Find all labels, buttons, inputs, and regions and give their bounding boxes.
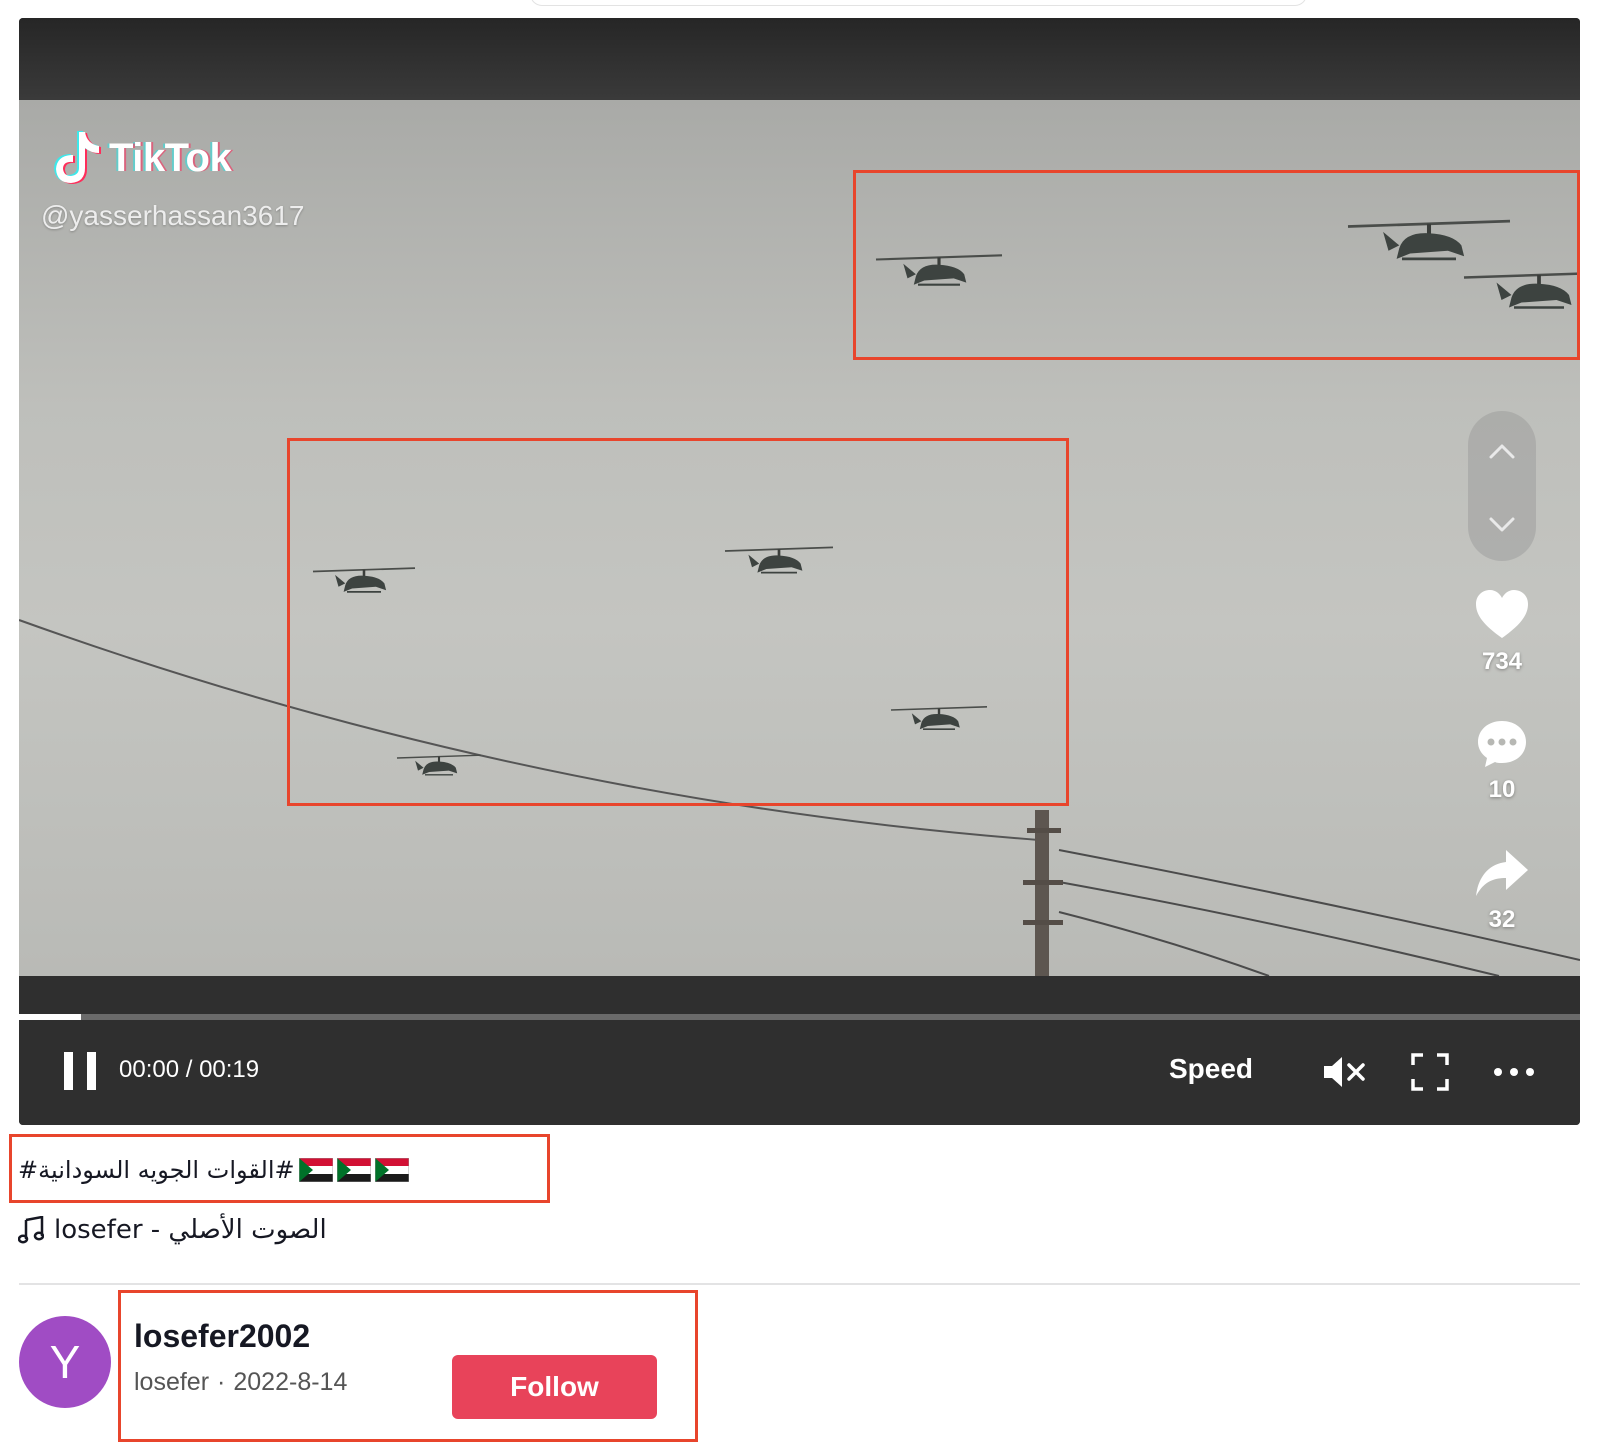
watermark-logo-text: TikTok (109, 135, 232, 180)
next-video-button[interactable] (1468, 495, 1536, 555)
chevron-down-icon (1489, 517, 1515, 532)
annotation-box-center (287, 438, 1069, 806)
video-player[interactable]: TikTok @yasserhassan3617 734 10 32 00:00… (19, 18, 1580, 1125)
music-text[interactable]: الصوت الأصلي - losefer (54, 1215, 327, 1245)
watermark-handle: @yasserhassan3617 (41, 200, 305, 231)
divider (19, 1283, 1580, 1285)
more-icon (1494, 1068, 1534, 1076)
pause-icon (64, 1052, 73, 1090)
mute-icon (1324, 1057, 1365, 1087)
share-action[interactable]: 32 (1459, 848, 1545, 934)
player-controls: 00:00 / 00:19 Speed (19, 1020, 1580, 1125)
mute-button[interactable] (1321, 1050, 1369, 1094)
tiktok-watermark: TikTok (51, 128, 232, 188)
share-count: 32 (1488, 906, 1516, 933)
comment-action[interactable]: 10 (1459, 718, 1545, 804)
fullscreen-icon (1411, 1053, 1449, 1091)
video-nav-pill (1468, 411, 1536, 561)
avatar[interactable]: Y (19, 1316, 111, 1408)
search-bar-edge (530, 0, 1307, 6)
pause-icon-bar (87, 1052, 96, 1090)
heart-icon[interactable] (1474, 588, 1530, 640)
letterbox-top (19, 18, 1580, 100)
annotation-box-author (118, 1290, 698, 1442)
chevron-up-icon (1489, 444, 1515, 459)
music-note-icon (18, 1216, 44, 1244)
more-options-button[interactable] (1490, 1050, 1538, 1094)
comment-count: 10 (1488, 776, 1516, 803)
music-info[interactable]: الصوت الأصلي - losefer (18, 1210, 327, 1250)
share-icon[interactable] (1474, 848, 1530, 898)
page: TikTok @yasserhassan3617 734 10 32 00:00… (0, 0, 1600, 1447)
time-display: 00:00 / 00:19 (119, 1056, 260, 1083)
comment-icon[interactable] (1475, 718, 1529, 768)
annotation-box-caption (9, 1134, 550, 1203)
speed-button[interactable]: Speed (1169, 1053, 1253, 1085)
previous-video-button[interactable] (1468, 421, 1536, 481)
pause-button[interactable] (63, 1052, 99, 1092)
video-frame[interactable]: TikTok @yasserhassan3617 734 10 32 (19, 100, 1580, 976)
annotation-box-top-right (853, 170, 1580, 360)
like-action[interactable]: 734 (1459, 588, 1545, 676)
like-count: 734 (1481, 648, 1523, 675)
tiktok-logo-icon (54, 131, 101, 184)
fullscreen-button[interactable] (1406, 1050, 1454, 1094)
